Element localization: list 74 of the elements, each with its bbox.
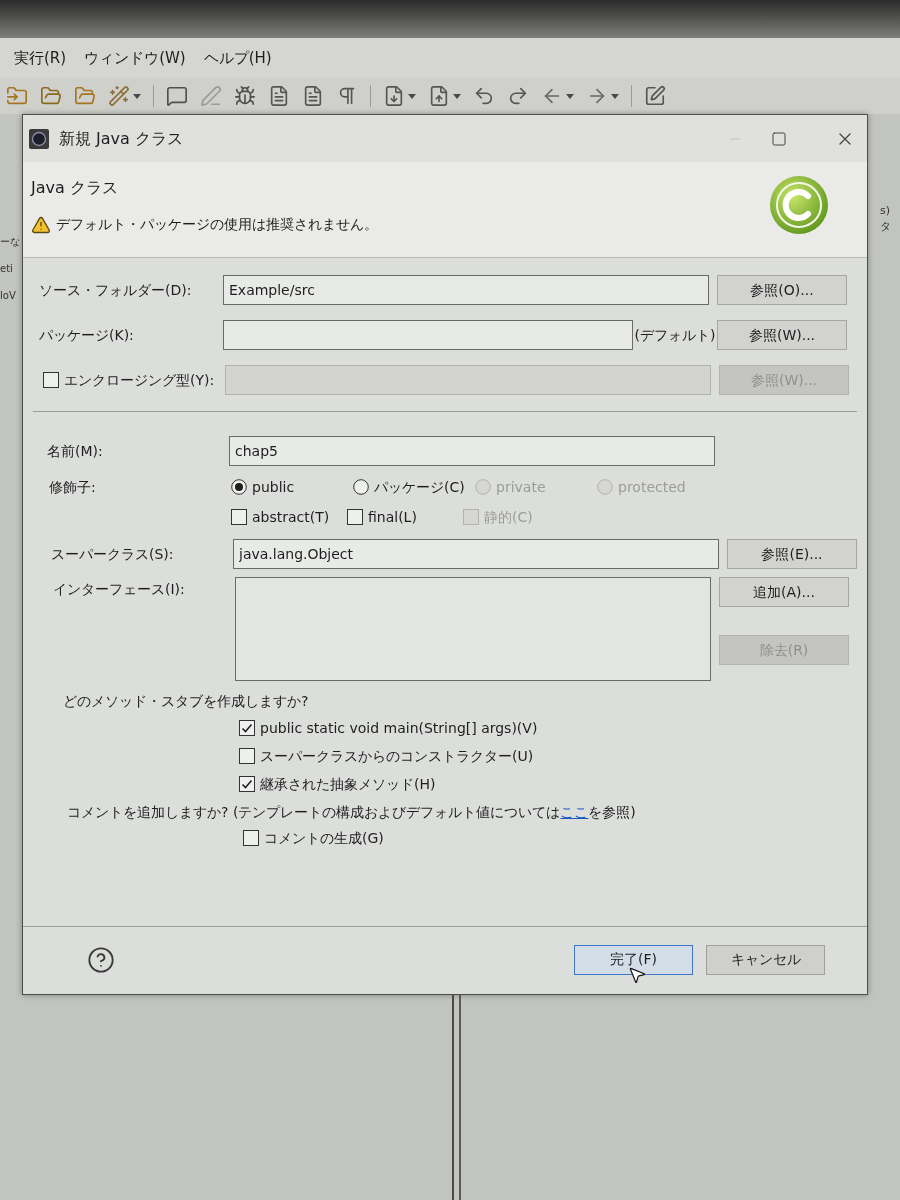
help-icon[interactable] bbox=[87, 945, 115, 974]
browse-button[interactable]: 参照(O)... bbox=[717, 275, 847, 305]
modifier-option[interactable]: パッケージ(C) bbox=[353, 476, 475, 498]
caret-icon[interactable] bbox=[453, 93, 461, 99]
field-label: 名前(M): bbox=[47, 441, 104, 461]
name-field[interactable]: chap5 bbox=[229, 436, 715, 466]
class-logo-icon bbox=[769, 175, 829, 235]
comment-option[interactable]: コメントの生成(G) bbox=[243, 826, 384, 850]
cancel-button[interactable]: キャンセル bbox=[706, 944, 825, 975]
enclosing-type-option[interactable]: エンクロージング型(Y): bbox=[43, 369, 225, 391]
checkbox[interactable] bbox=[43, 372, 59, 388]
modifier-option[interactable]: final(L) bbox=[347, 506, 463, 528]
method-stub-option[interactable]: public static void main(String[] args)(V) bbox=[239, 716, 538, 740]
default-package-note: (デフォルト) bbox=[633, 325, 717, 345]
method-stub-option[interactable]: 継承された抽象メソッド(H) bbox=[239, 772, 436, 796]
field-label: インターフェース(I): bbox=[53, 580, 186, 599]
caret-icon[interactable] bbox=[408, 93, 416, 99]
menu-item[interactable]: ヘルプ(H) bbox=[201, 46, 274, 70]
caret-icon[interactable] bbox=[566, 93, 574, 99]
finish-button[interactable]: 完了(F) bbox=[574, 944, 693, 975]
background-text: タ bbox=[880, 220, 892, 234]
window-pen-icon[interactable] bbox=[644, 85, 666, 107]
radio-button[interactable] bbox=[353, 479, 369, 495]
menu-item[interactable]: 実行(R) bbox=[12, 46, 69, 70]
source-folder-field[interactable]: Example/src bbox=[223, 275, 709, 305]
checkbox[interactable] bbox=[239, 776, 255, 792]
folder-open-icon[interactable] bbox=[74, 85, 96, 107]
document-down-icon[interactable] bbox=[383, 85, 405, 107]
menu-item[interactable]: ウィンドウ(W) bbox=[82, 46, 188, 70]
checkbox[interactable] bbox=[239, 748, 255, 764]
maximize-icon[interactable] bbox=[771, 130, 787, 147]
header-title: Java クラス bbox=[31, 177, 118, 199]
checkbox[interactable] bbox=[231, 509, 247, 525]
method-stub-option[interactable]: スーパークラスからのコンストラクター(U) bbox=[239, 744, 534, 768]
add-button[interactable]: 追加(A)... bbox=[719, 577, 849, 607]
superclass-field[interactable]: java.lang.Object bbox=[233, 539, 719, 569]
background-text: ーな bbox=[0, 235, 21, 249]
browse-button[interactable]: 参照(W)... bbox=[717, 320, 847, 350]
speech-bubble-icon[interactable] bbox=[166, 85, 188, 107]
package-field[interactable] bbox=[223, 320, 633, 350]
folder-icon[interactable] bbox=[40, 85, 62, 107]
caret-icon[interactable] bbox=[133, 93, 141, 99]
document-lines-icon[interactable] bbox=[302, 85, 324, 107]
comment-question: コメントを追加しますか? (テンプレートの構成およびデフォルト値については ここ を参照) bbox=[67, 803, 636, 822]
background-text: loV bbox=[0, 289, 17, 303]
modifier-option[interactable]: public bbox=[231, 476, 353, 498]
checkbox[interactable] bbox=[239, 720, 255, 736]
field-label: ソース・フォルダー(D): bbox=[39, 280, 193, 300]
background-text: eti bbox=[0, 262, 14, 276]
app-icon bbox=[29, 128, 49, 149]
browse-button[interactable]: 参照(E)... bbox=[727, 539, 857, 569]
checkbox[interactable] bbox=[347, 509, 363, 525]
template-link[interactable]: ここ bbox=[560, 804, 589, 820]
background-text: s) bbox=[880, 204, 892, 218]
mouse-pointer-icon bbox=[627, 965, 647, 985]
warning-icon bbox=[31, 214, 51, 235]
checkbox[interactable] bbox=[243, 830, 259, 846]
radio-button[interactable] bbox=[231, 479, 247, 495]
caret-icon[interactable] bbox=[611, 93, 619, 99]
wand-icon[interactable] bbox=[108, 85, 130, 107]
dialog-title: 新規 Java クラス bbox=[59, 127, 183, 150]
document-icon[interactable] bbox=[268, 85, 290, 107]
warning-message: デフォルト・パッケージの使用は推奨されません。 bbox=[56, 215, 378, 234]
back-arrow-icon[interactable] bbox=[473, 85, 495, 107]
modifier-option[interactable]: abstract(T) bbox=[231, 506, 347, 528]
forward-arrow-icon[interactable] bbox=[507, 85, 529, 107]
folder-arrow-icon[interactable] bbox=[6, 85, 28, 107]
document-up-icon[interactable] bbox=[428, 85, 450, 107]
bug-icon[interactable] bbox=[234, 85, 256, 107]
field-label: スーパークラス(S): bbox=[51, 544, 175, 564]
field-label: パッケージ(K): bbox=[39, 325, 135, 345]
field-label: 修飾子: bbox=[49, 477, 97, 497]
interfaces-list[interactable] bbox=[235, 577, 711, 681]
method-stubs-question: どのメソッド・スタブを作成しますか? bbox=[63, 692, 309, 711]
